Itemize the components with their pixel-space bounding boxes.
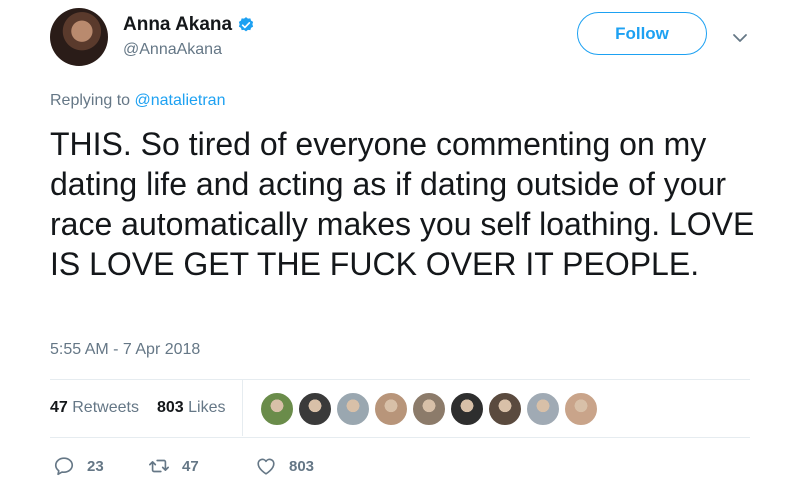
liker-avatar[interactable] — [260, 392, 294, 426]
stats-row: 47 Retweets 803 Likes — [50, 380, 750, 436]
likes-stat[interactable]: 803 Likes — [157, 399, 226, 417]
likes-count: 803 — [157, 399, 184, 416]
retweets-stat[interactable]: 47 Retweets — [50, 399, 139, 417]
reply-mention-link[interactable]: @natalietran — [135, 92, 226, 109]
liker-avatar[interactable] — [450, 392, 484, 426]
action-bar: 23 47 803 — [50, 455, 750, 481]
name-row: Anna Akana — [123, 14, 255, 36]
author-display-name[interactable]: Anna Akana — [123, 14, 232, 36]
replying-to-label: Replying to — [50, 92, 135, 109]
author-avatar[interactable] — [50, 8, 108, 66]
verified-badge-icon — [238, 17, 254, 32]
retweets-count: 47 — [50, 399, 68, 416]
author-handle[interactable]: @AnnaAkana — [123, 41, 222, 59]
liker-avatar[interactable] — [526, 392, 560, 426]
like-count: 803 — [289, 457, 315, 475]
retweets-label: Retweets — [72, 399, 139, 416]
liker-avatar[interactable] — [336, 392, 370, 426]
liker-avatar[interactable] — [564, 392, 598, 426]
reply-icon — [54, 457, 74, 476]
retweet-count: 47 — [182, 457, 199, 475]
heart-icon — [257, 458, 275, 475]
liker-avatar[interactable] — [488, 392, 522, 426]
liker-avatar[interactable] — [374, 392, 408, 426]
like-action[interactable]: 803 — [255, 455, 314, 477]
likes-label: Likes — [188, 399, 226, 416]
reply-action[interactable]: 23 — [53, 455, 104, 477]
tweet-timestamp[interactable]: 5:55 AM - 7 Apr 2018 — [50, 341, 200, 359]
stats-vertical-divider — [242, 380, 243, 436]
chevron-down-icon[interactable] — [732, 30, 748, 46]
liker-avatars — [260, 392, 602, 426]
replying-to: Replying to @natalietran — [50, 92, 225, 110]
reply-count: 23 — [87, 457, 104, 475]
liker-avatar[interactable] — [298, 392, 332, 426]
retweet-icon — [149, 459, 169, 473]
retweet-action[interactable]: 47 — [148, 455, 199, 477]
liker-avatar[interactable] — [412, 392, 446, 426]
tweet-text: THIS. So tired of everyone commenting on… — [50, 126, 755, 282]
divider-bottom — [50, 437, 750, 438]
tweet-header: Anna Akana @AnnaAkana Follow — [50, 8, 770, 68]
follow-button[interactable]: Follow — [577, 12, 707, 55]
